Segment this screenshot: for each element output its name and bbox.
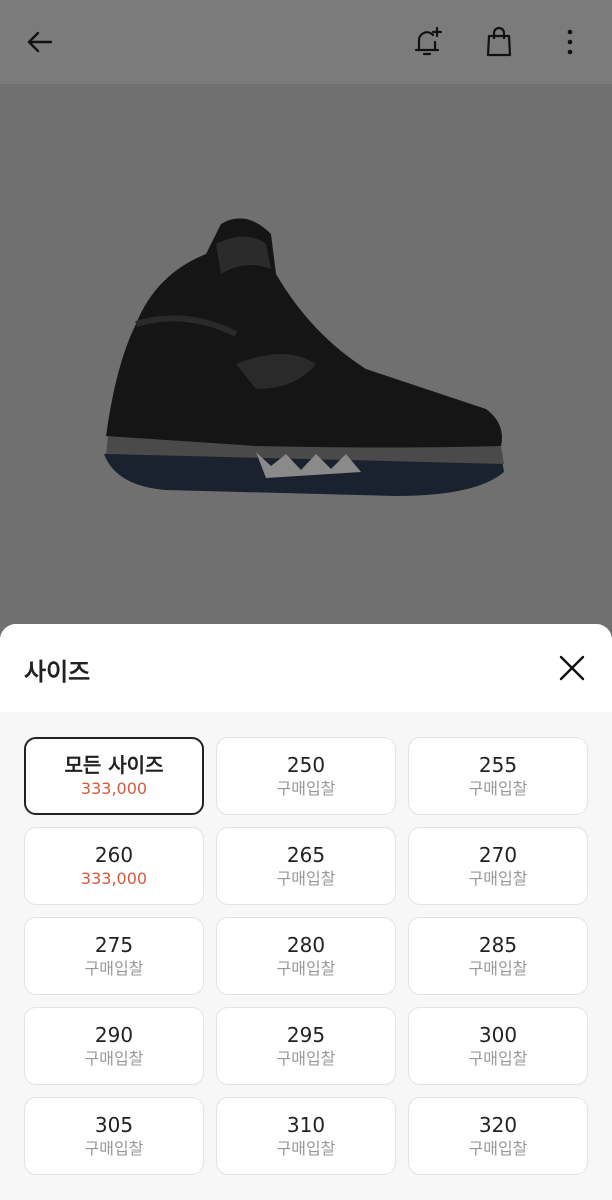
size-price: 구매입찰 (84, 1049, 144, 1068)
top-app-bar (0, 0, 612, 84)
sneaker-image (104, 218, 504, 496)
size-bottom-sheet: 사이즈 모든 사이즈 333,000 250 구매입찰 255 구매입찰 260 333,00… (0, 624, 612, 1200)
size-price: 구매입찰 (468, 1139, 528, 1158)
size-price: 구매입찰 (84, 1139, 144, 1158)
size-option[interactable]: 270 구매입찰 (408, 827, 588, 905)
size-price: 구매입찰 (276, 869, 336, 888)
size-price: 구매입찰 (468, 1049, 528, 1068)
size-option[interactable]: 280 구매입찰 (216, 917, 396, 995)
size-label: 모든 사이즈 (64, 753, 164, 777)
more-vertical-icon[interactable] (550, 22, 590, 62)
size-price: 구매입찰 (276, 779, 336, 798)
size-price: 구매입찰 (468, 959, 528, 978)
size-option[interactable]: 285 구매입찰 (408, 917, 588, 995)
size-label: 270 (478, 843, 518, 867)
size-label: 305 (94, 1113, 134, 1137)
size-grid: 모든 사이즈 333,000 250 구매입찰 255 구매입찰 260 333,000 265… (24, 737, 588, 1175)
size-label: 275 (94, 933, 134, 957)
size-label: 260 (94, 843, 134, 867)
size-option[interactable]: 295 구매입찰 (216, 1007, 396, 1085)
size-option[interactable]: 275 구매입찰 (24, 917, 204, 995)
size-option[interactable]: 260 333,000 (24, 827, 204, 905)
size-price: 구매입찰 (276, 1139, 336, 1158)
size-label: 285 (478, 933, 518, 957)
size-option[interactable]: 300 구매입찰 (408, 1007, 588, 1085)
size-label: 280 (286, 933, 326, 957)
size-price: 구매입찰 (276, 1049, 336, 1068)
size-option[interactable]: 320 구매입찰 (408, 1097, 588, 1175)
size-option[interactable]: 290 구매입찰 (24, 1007, 204, 1085)
size-price: 333,000 (80, 869, 148, 888)
size-price: 구매입찰 (84, 959, 144, 978)
size-label: 250 (286, 753, 326, 777)
size-option[interactable]: 모든 사이즈 333,000 (24, 737, 204, 815)
size-label: 295 (286, 1023, 326, 1047)
size-price: 333,000 (80, 779, 148, 798)
shopping-bag-icon[interactable] (479, 22, 519, 62)
size-option[interactable]: 305 구매입찰 (24, 1097, 204, 1175)
size-option[interactable]: 255 구매입찰 (408, 737, 588, 815)
sheet-header: 사이즈 (0, 624, 612, 712)
close-icon[interactable] (556, 652, 588, 684)
size-label: 320 (478, 1113, 518, 1137)
size-option[interactable]: 250 구매입찰 (216, 737, 396, 815)
size-price: 구매입찰 (468, 779, 528, 798)
sheet-title: 사이즈 (24, 658, 91, 686)
size-label: 255 (478, 753, 518, 777)
size-option[interactable]: 265 구매입찰 (216, 827, 396, 905)
size-option[interactable]: 310 구매입찰 (216, 1097, 396, 1175)
size-label: 265 (286, 843, 326, 867)
size-price: 구매입찰 (276, 959, 336, 978)
size-price: 구매입찰 (468, 869, 528, 888)
back-arrow-icon[interactable] (20, 22, 60, 62)
size-label: 290 (94, 1023, 134, 1047)
product-image-area (0, 84, 612, 644)
size-label: 300 (478, 1023, 518, 1047)
bell-plus-icon[interactable] (407, 22, 447, 62)
size-label: 310 (286, 1113, 326, 1137)
